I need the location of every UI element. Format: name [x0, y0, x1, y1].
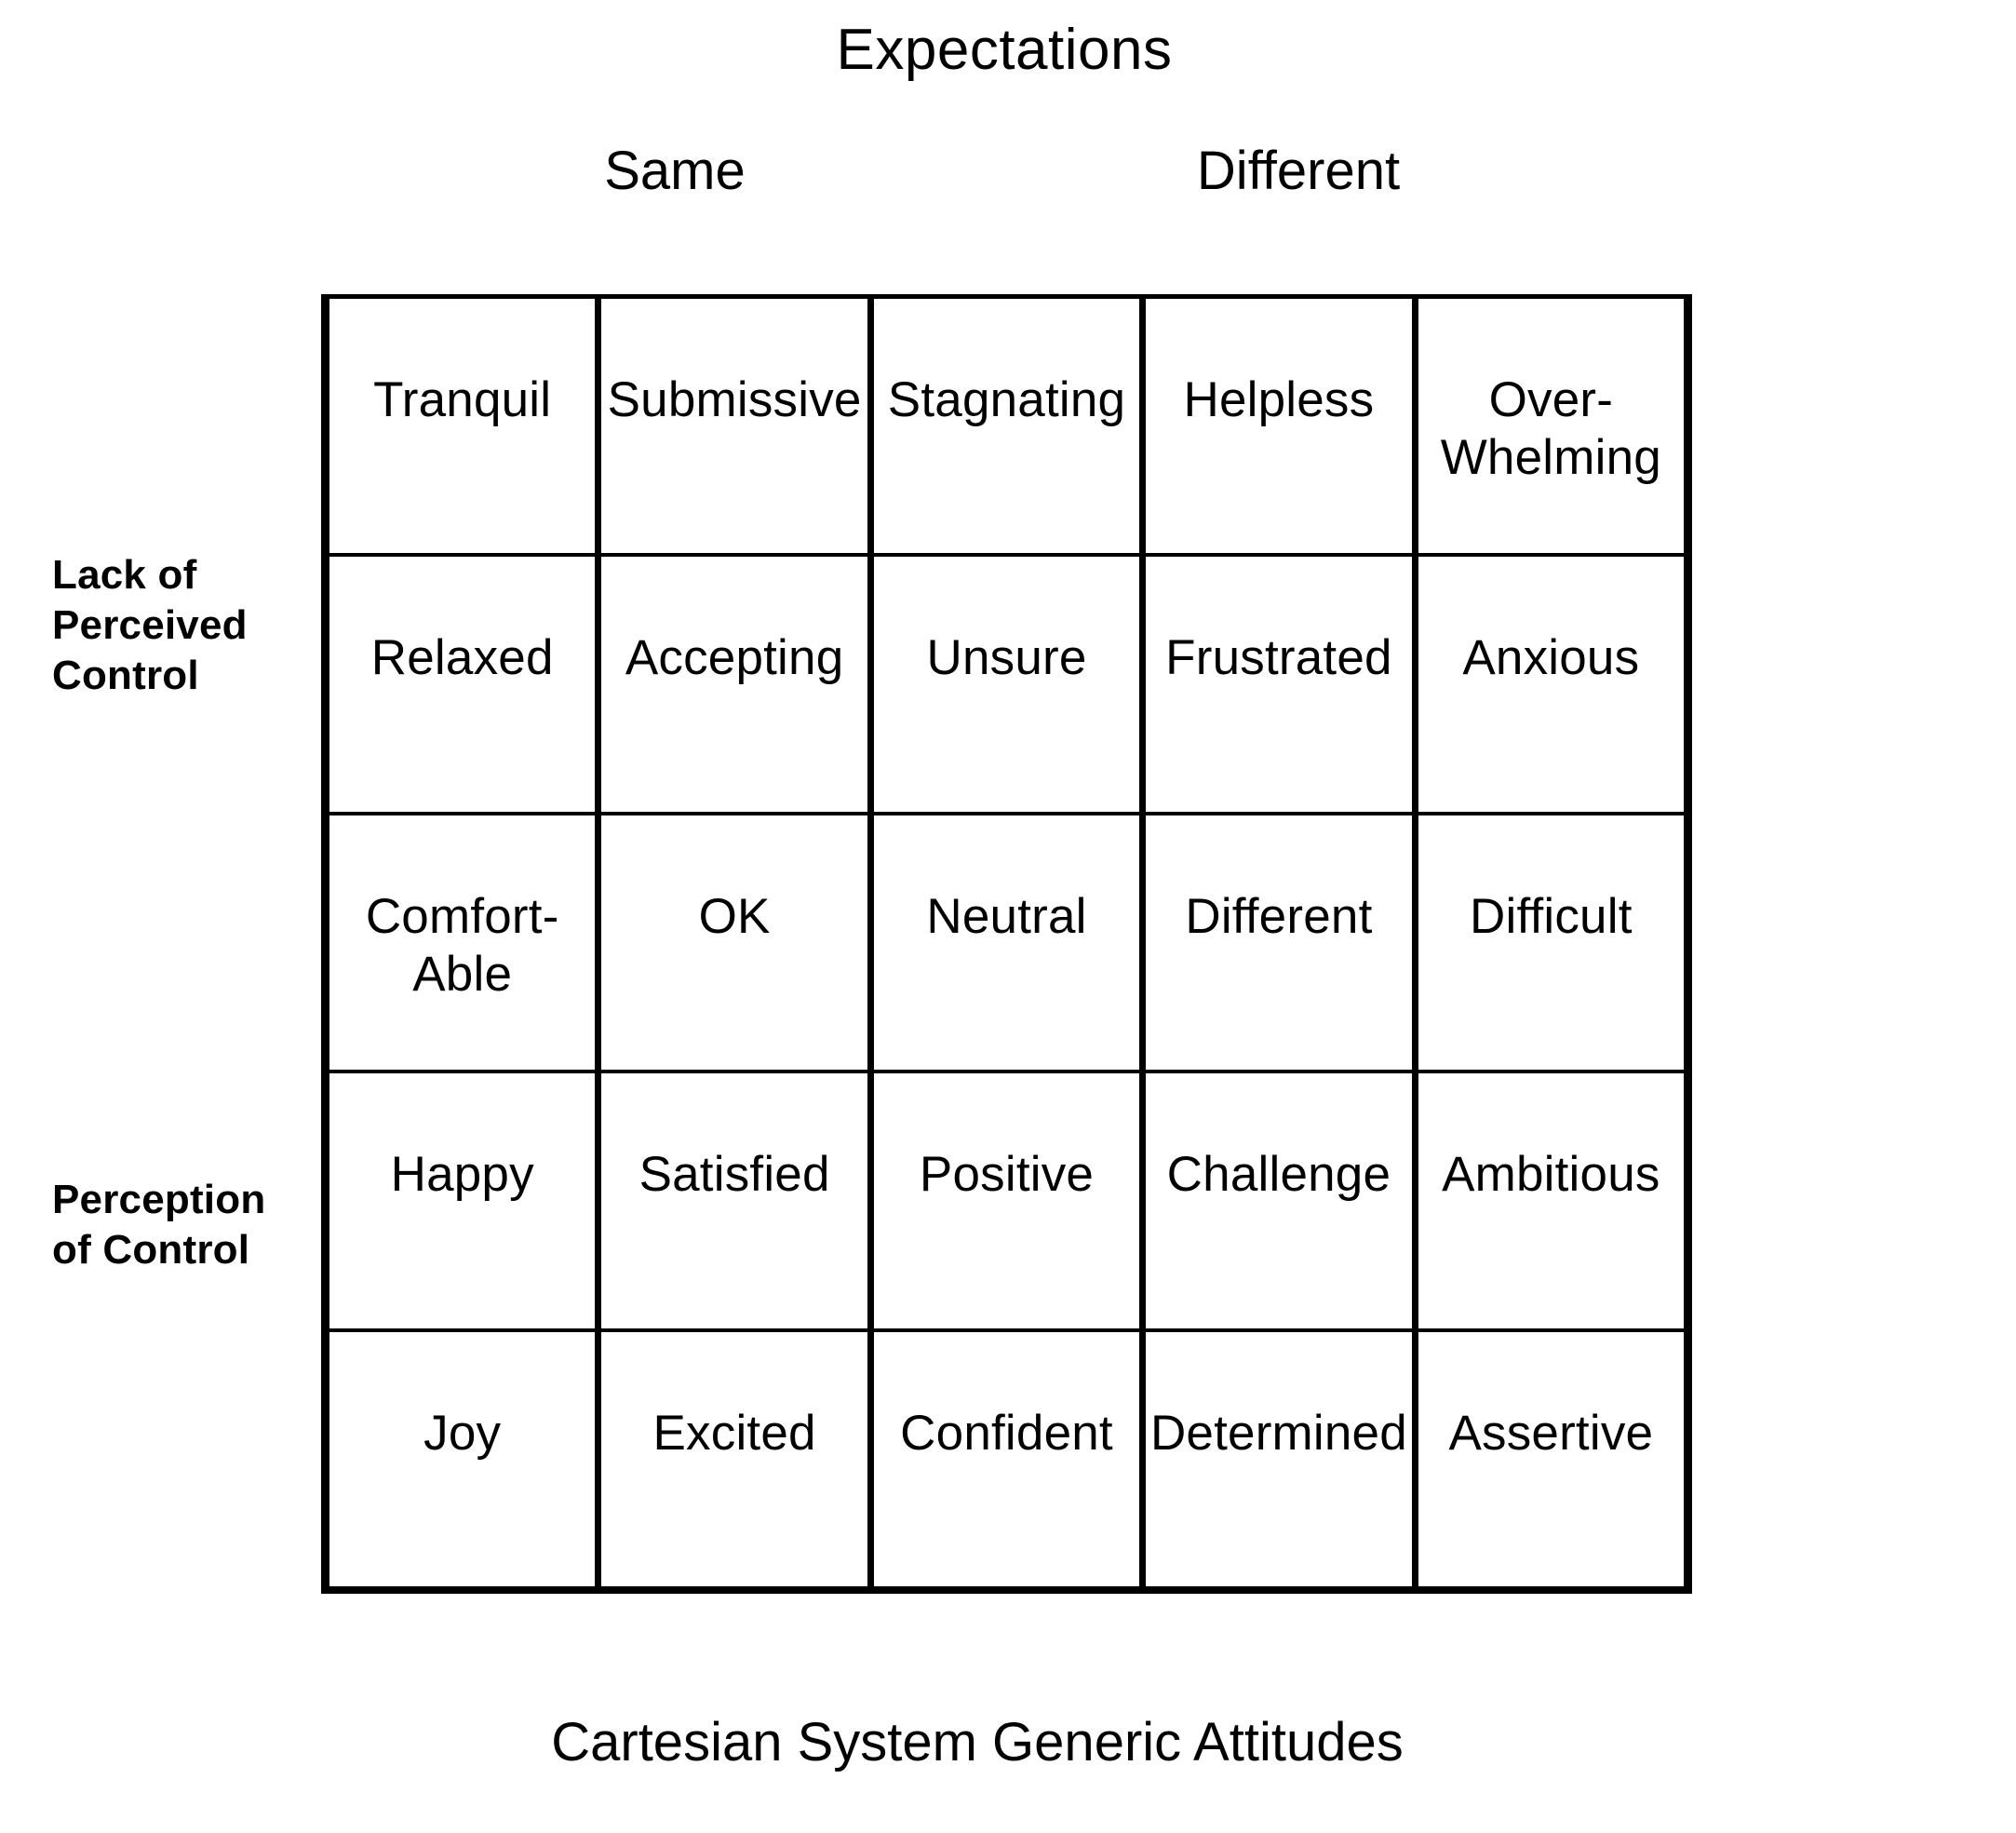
grid-cell: Over- Whelming [1418, 299, 1684, 553]
expectations-axis-title: Expectations [836, 18, 1173, 82]
cell-label: Determined [1149, 1405, 1407, 1461]
cell-label: Positive [919, 1147, 1095, 1203]
grid-cell: Assertive [1418, 1332, 1684, 1586]
column-group-label-same: Same [604, 141, 746, 201]
cell-label: Tranquil [373, 372, 552, 427]
cell-label: Joy [423, 1405, 502, 1461]
grid-cell: Different [1146, 815, 1418, 1071]
grid-cell: Excited [601, 1331, 874, 1587]
cell-label: Relaxed [370, 630, 554, 686]
grid-cell: OK [601, 815, 874, 1071]
grid-cell: Satisfied [601, 1073, 874, 1328]
grid-cell: Anxious [1418, 557, 1684, 811]
cell-label: Ambitious [1442, 1147, 1660, 1203]
grid-cell: Positive [874, 1073, 1147, 1328]
table-row: Tranquil Submissive Stagnating Helpless … [329, 299, 1684, 558]
cell-label: Happy [390, 1147, 534, 1203]
column-group-label-different: Different [1196, 141, 1401, 201]
grid-cell: Stagnating [874, 299, 1147, 554]
grid-cell: Joy [329, 1331, 602, 1587]
table-row: Relaxed Accepting Unsure Frustrated Anxi… [329, 557, 1684, 815]
grid-cell: Tranquil [329, 299, 602, 554]
grid-cell: Determined [1146, 1331, 1418, 1587]
cell-label: Submissive [607, 372, 862, 427]
cell-label: Neutral [926, 888, 1087, 944]
cell-label: Over- Whelming [1440, 372, 1661, 485]
row-group-label-lack-of-perceived-control: Lack of Perceived Control [52, 552, 248, 699]
grid-cell: Accepting [601, 557, 874, 812]
row-group-label-perception-of-control: Perception of Control [52, 1177, 266, 1274]
cell-label: Comfort- Able [365, 888, 559, 1002]
cell-label: Accepting [625, 630, 844, 686]
cell-label: Excited [652, 1405, 816, 1461]
table-row: Comfort- Able OK Neutral Different Diffi… [329, 815, 1684, 1074]
table-row: Joy Excited Confident Determined Asserti… [329, 1331, 1684, 1587]
grid-cell: Ambitious [1418, 1073, 1684, 1328]
cell-label: Confident [900, 1405, 1113, 1461]
cell-label: Different [1185, 888, 1373, 944]
cell-label: Difficult [1470, 888, 1633, 944]
grid-cell: Challenge [1146, 1073, 1418, 1328]
table-row: Happy Satisfied Positive Challenge Ambit… [329, 1073, 1684, 1332]
grid-cell: Frustrated [1146, 557, 1418, 812]
grid-cell: Difficult [1418, 815, 1684, 1070]
cell-label: OK [698, 888, 771, 944]
grid-cell: Neutral [874, 815, 1147, 1071]
cell-label: Stagnating [887, 372, 1126, 427]
grid-cell: Confident [874, 1331, 1147, 1587]
cell-label: Challenge [1166, 1147, 1391, 1203]
grid-cell: Relaxed [329, 557, 602, 812]
grid-cell: Helpless [1146, 299, 1418, 554]
grid-cell: Submissive [601, 299, 874, 554]
attitudes-grid: Tranquil Submissive Stagnating Helpless … [321, 294, 1692, 1594]
grid-cell: Comfort- Able [329, 815, 602, 1071]
grid-cell: Unsure [874, 557, 1147, 812]
cell-label: Helpless [1183, 372, 1375, 427]
cell-label: Frustrated [1165, 630, 1392, 686]
grid-cell: Happy [329, 1073, 602, 1328]
cell-label: Satisfied [638, 1147, 830, 1203]
cell-label: Assertive [1448, 1405, 1654, 1461]
cell-label: Anxious [1462, 630, 1640, 686]
cell-label: Unsure [926, 630, 1087, 686]
figure-caption: Cartesian System Generic Attitudes [551, 1712, 1404, 1772]
